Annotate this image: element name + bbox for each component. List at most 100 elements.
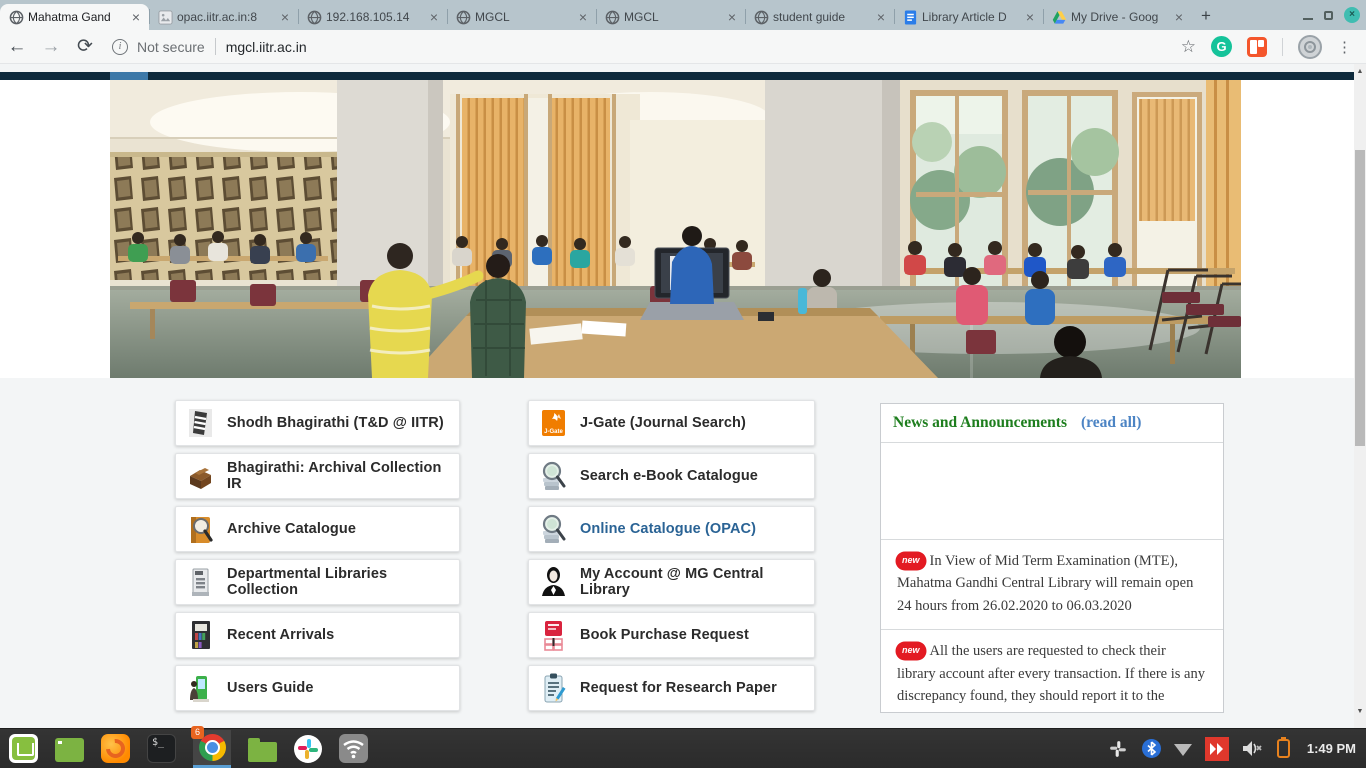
slack-launcher[interactable]: [294, 735, 322, 763]
page-scrollbar[interactable]: ▲ ▼: [1354, 64, 1366, 728]
news-item-text: All the users are requested to check the…: [897, 643, 1205, 704]
tab-title: student guide: [773, 10, 870, 24]
terminal-launcher[interactable]: $_: [147, 734, 176, 763]
link-label: Request for Research Paper: [580, 680, 777, 696]
tab-title: My Drive - Goog: [1071, 10, 1168, 24]
tab-mgcl-2[interactable]: MGCL ×: [596, 4, 745, 30]
profile-avatar[interactable]: [1298, 35, 1322, 59]
bookmark-star-icon[interactable]: ☆: [1181, 37, 1196, 57]
link-label: Recent Arrivals: [227, 627, 334, 643]
site-navbar: [0, 72, 1354, 80]
window-minimize-button[interactable]: [1303, 18, 1313, 20]
link-archival-collection[interactable]: Bhagirathi: Archival Collection IR: [175, 453, 460, 499]
volume-muted-tray-icon[interactable]: [1242, 739, 1264, 758]
tab-close-icon[interactable]: ×: [576, 10, 590, 24]
scroll-up-arrow[interactable]: ▲: [1354, 66, 1366, 78]
news-scroll-gap: [881, 443, 1223, 539]
tab-close-icon[interactable]: ×: [874, 10, 888, 24]
link-jgate[interactable]: J-Gate J-Gate (Journal Search): [528, 400, 815, 446]
tab-my-drive[interactable]: My Drive - Goog ×: [1043, 4, 1192, 30]
tab-ip-address[interactable]: 192.168.105.14 ×: [298, 4, 447, 30]
link-label: Archive Catalogue: [227, 521, 356, 537]
jgate-logo-text: J-Gate: [544, 429, 563, 435]
news-read-all-link[interactable]: (read all): [1081, 414, 1141, 432]
link-research-paper-request[interactable]: Request for Research Paper: [528, 665, 815, 711]
reload-button[interactable]: ⟳: [68, 35, 102, 58]
link-label: J-Gate (Journal Search): [580, 415, 746, 431]
link-label: Search e-Book Catalogue: [580, 468, 758, 484]
magnifier-books-icon: [540, 460, 567, 492]
tab-close-icon[interactable]: ×: [725, 10, 739, 24]
link-opac[interactable]: Online Catalogue (OPAC): [528, 506, 815, 552]
google-drive-icon: [1052, 10, 1067, 25]
tab-close-icon[interactable]: ×: [1172, 10, 1186, 24]
link-users-guide[interactable]: Users Guide: [175, 665, 460, 711]
link-recent-arrivals[interactable]: Recent Arrivals: [175, 612, 460, 658]
window-restore-button[interactable]: [1324, 11, 1333, 20]
browser-menu-icon[interactable]: ⋮: [1337, 38, 1352, 56]
tab-mahatma-gandhi[interactable]: Mahatma Gand ×: [0, 4, 149, 30]
link-archive-catalogue[interactable]: Archive Catalogue: [175, 506, 460, 552]
grammarly-extension-icon[interactable]: G: [1211, 36, 1232, 57]
browser-tab-strip: Mahatma Gand × opac.iitr.ac.in:8 × 192.1…: [0, 0, 1366, 30]
globe-icon: [605, 10, 620, 25]
link-my-account[interactable]: My Account @ MG Central Library: [528, 559, 815, 605]
show-desktop-button[interactable]: [55, 738, 84, 762]
red-book-form-icon: [540, 619, 567, 651]
department-rack-icon: [187, 566, 214, 598]
link-label: Shodh Bhagirathi (T&D @ IITR): [227, 415, 444, 431]
archive-boxes-icon: [187, 460, 214, 492]
page-info-icon[interactable]: i: [112, 39, 128, 55]
network-tool-launcher[interactable]: [339, 734, 368, 763]
tab-opac[interactable]: opac.iitr.ac.in:8 ×: [149, 4, 298, 30]
taskbar: $_ 6 1:49 PM: [0, 728, 1366, 768]
forward-button[interactable]: →: [34, 36, 68, 58]
scrollbar-thumb[interactable]: [1355, 150, 1365, 446]
network-tray-icon[interactable]: [1174, 744, 1192, 756]
tab-title: 192.168.105.14: [326, 10, 423, 24]
browser-toolbar: ← → ⟳ i Not secure mgcl.iitr.ac.in ☆ G ⋮: [0, 30, 1366, 64]
mint-menu-button[interactable]: [9, 734, 38, 763]
tab-title: MGCL: [475, 10, 572, 24]
slack-tray-icon[interactable]: [1107, 738, 1129, 760]
tab-close-icon[interactable]: ×: [427, 10, 441, 24]
library-hall-photo: [110, 80, 1241, 378]
globe-icon: [307, 10, 322, 25]
news-item-text: In View of Mid Term Examination (MTE), M…: [897, 553, 1193, 614]
link-label: Users Guide: [227, 680, 314, 696]
address-bar[interactable]: i Not secure mgcl.iitr.ac.in: [112, 38, 1181, 55]
anydesk-tray-icon[interactable]: [1205, 737, 1229, 761]
link-book-purchase[interactable]: Book Purchase Request: [528, 612, 815, 658]
screenshot-extension-icon[interactable]: [1247, 37, 1267, 57]
firefox-launcher[interactable]: [101, 734, 130, 763]
site-navbar-active-item: [110, 72, 148, 80]
battery-tray-icon[interactable]: [1277, 739, 1290, 758]
link-label: Book Purchase Request: [580, 627, 749, 643]
tab-title: Mahatma Gand: [28, 10, 125, 24]
taskbar-clock: 1:49 PM: [1307, 741, 1356, 756]
link-ebook-catalogue[interactable]: Search e-Book Catalogue: [528, 453, 815, 499]
globe-icon: [9, 10, 24, 25]
link-departmental-libraries[interactable]: Departmental Libraries Collection: [175, 559, 460, 605]
new-badge: new: [897, 643, 925, 659]
tab-close-icon[interactable]: ×: [129, 10, 143, 24]
tab-close-icon[interactable]: ×: [278, 10, 292, 24]
file-manager-launcher[interactable]: [248, 742, 277, 762]
tab-student-guide[interactable]: student guide ×: [745, 4, 894, 30]
jgate-logo-icon: J-Gate: [540, 407, 567, 439]
scroll-down-arrow[interactable]: ▼: [1354, 706, 1366, 718]
link-label: Departmental Libraries Collection: [227, 566, 449, 598]
tab-title: Library Article D: [922, 10, 1019, 24]
window-close-button[interactable]: ×: [1344, 7, 1360, 23]
news-panel: News and Announcements (read all) newIn …: [880, 403, 1224, 713]
tab-mgcl-1[interactable]: MGCL ×: [447, 4, 596, 30]
bluetooth-tray-icon[interactable]: [1142, 739, 1161, 758]
tab-close-icon[interactable]: ×: [1023, 10, 1037, 24]
tab-library-article[interactable]: Library Article D ×: [894, 4, 1043, 30]
magnifier-books-icon: [540, 513, 567, 545]
chrome-launcher-active[interactable]: 6: [193, 730, 231, 768]
back-button[interactable]: ←: [0, 36, 34, 58]
new-tab-button[interactable]: +: [1192, 4, 1220, 30]
link-shodh-bhagirathi[interactable]: Shodh Bhagirathi (T&D @ IITR): [175, 400, 460, 446]
globe-icon: [456, 10, 471, 25]
